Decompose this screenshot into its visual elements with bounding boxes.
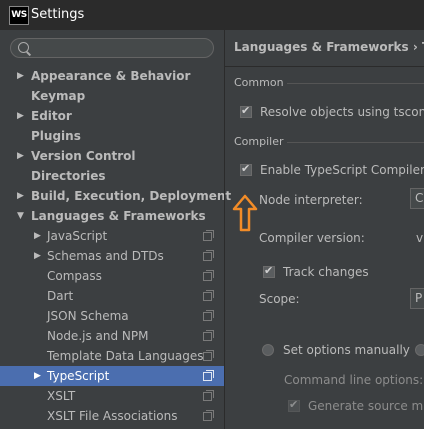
- sidebar-item-label: JSON Schema: [47, 309, 129, 323]
- sidebar-item-label: Plugins: [31, 129, 81, 143]
- sidebar-item[interactable]: TypeScript: [0, 366, 224, 386]
- set-options-manually-label: Set options manually: [283, 343, 410, 357]
- resolve-objects-checkbox[interactable]: [240, 104, 252, 118]
- sidebar-item[interactable]: Editor: [0, 106, 224, 126]
- search-icon: [18, 42, 29, 53]
- sidebar-item-label: Languages & Frameworks: [31, 209, 206, 223]
- project-settings-icon: [203, 250, 214, 261]
- sidebar-item[interactable]: Build, Execution, Deployment: [0, 186, 231, 206]
- sidebar-item-label: Appearance & Behavior: [31, 69, 191, 83]
- sidebar-item[interactable]: Template Data Languages: [0, 346, 224, 366]
- sidebar-item-label: Directories: [31, 169, 106, 183]
- compiler-version-label: Compiler version:: [259, 231, 365, 245]
- section-compiler-label: Compiler: [234, 135, 284, 148]
- sidebar-item-label: XSLT: [47, 389, 76, 403]
- settings-sidebar: Appearance & Behavior Keymap Editor Plugins…: [0, 30, 231, 429]
- sidebar-item[interactable]: XSLT: [0, 386, 224, 406]
- generate-source-maps-label: Generate source maps: [308, 399, 424, 413]
- node-interpreter-label: Node interpreter:: [259, 193, 363, 207]
- sidebar-item[interactable]: Appearance & Behavior: [0, 66, 224, 86]
- track-changes-checkbox[interactable]: [263, 264, 275, 278]
- project-settings-icon: [203, 370, 214, 381]
- sidebar-item[interactable]: Keymap: [0, 86, 224, 106]
- sidebar-item[interactable]: Plugins: [0, 126, 224, 146]
- expand-right-icon[interactable]: [34, 226, 44, 246]
- scope-label: Scope:: [259, 292, 300, 306]
- expand-right-icon[interactable]: [34, 246, 44, 266]
- sidebar-item-label: JavaScript: [47, 229, 108, 243]
- project-settings-icon: [203, 290, 214, 301]
- generate-source-maps-checkbox[interactable]: [288, 398, 300, 412]
- project-settings-icon: [203, 270, 214, 281]
- header-divider: [225, 66, 424, 67]
- command-line-options-label: Command line options:: [284, 373, 424, 387]
- expand-right-icon[interactable]: [17, 66, 27, 86]
- sidebar-item[interactable]: Directories: [0, 166, 224, 186]
- enable-compiler-label: Enable TypeScript Compiler: [260, 163, 424, 177]
- annotation-arrow-icon: [232, 194, 258, 232]
- expand-right-icon[interactable]: [34, 366, 44, 386]
- sidebar-item-label: Dart: [47, 289, 74, 303]
- project-settings-icon: [203, 410, 214, 421]
- compiler-version-value[interactable]: v: [416, 231, 423, 245]
- scope-dropdown[interactable]: P: [410, 288, 424, 309]
- sidebar-item-label: Build, Execution, Deployment: [31, 189, 232, 203]
- sidebar-item-label: Compass: [47, 269, 102, 283]
- sidebar-item[interactable]: Version Control: [0, 146, 224, 166]
- project-settings-icon: [203, 390, 214, 401]
- sidebar-item-label: Keymap: [31, 89, 86, 103]
- section-compiler-divider: [287, 142, 424, 143]
- section-common-divider: [287, 83, 424, 84]
- sidebar-item-label: Version Control: [31, 149, 136, 163]
- search-input[interactable]: [33, 40, 207, 58]
- use-tsconfig-radio[interactable]: [415, 344, 424, 356]
- track-changes-label: Track changes: [283, 265, 369, 279]
- window-title: Settings: [31, 7, 85, 22]
- enable-compiler-checkbox[interactable]: [240, 162, 252, 176]
- title-bar: WS Settings: [0, 0, 424, 30]
- sidebar-item[interactable]: Compass: [0, 266, 224, 286]
- expand-down-icon[interactable]: [17, 206, 27, 226]
- sidebar-item[interactable]: Languages & Frameworks: [0, 206, 224, 226]
- sidebar-item[interactable]: Dart: [0, 286, 224, 306]
- sidebar-item-label: Template Data Languages: [47, 349, 204, 363]
- project-settings-icon: [203, 350, 214, 361]
- expand-right-icon[interactable]: [17, 146, 27, 166]
- project-settings-icon: [203, 310, 214, 321]
- resolve-objects-label: Resolve objects using tsconfig.js: [260, 105, 424, 119]
- sidebar-item[interactable]: XSLT File Associations: [0, 406, 224, 426]
- sidebar-item-label: Schemas and DTDs: [47, 249, 164, 263]
- sidebar-item-label: XSLT File Associations: [47, 409, 178, 423]
- set-options-manually-radio[interactable]: [262, 344, 274, 356]
- project-settings-icon: [203, 330, 214, 341]
- sidebar-item-label: TypeScript: [47, 369, 110, 383]
- expand-right-icon[interactable]: [17, 106, 27, 126]
- project-settings-icon: [203, 230, 214, 241]
- node-interpreter-field[interactable]: C: [410, 188, 424, 209]
- section-common-label: Common: [234, 76, 284, 89]
- expand-right-icon[interactable]: [17, 186, 27, 206]
- search-box[interactable]: [10, 38, 214, 58]
- breadcrumb: Languages & Frameworks › TypeScr: [234, 40, 424, 54]
- sidebar-item-label: Node.js and NPM: [47, 329, 149, 343]
- sidebar-item[interactable]: JavaScript: [0, 226, 224, 246]
- sidebar-item[interactable]: Schemas and DTDs: [0, 246, 224, 266]
- sidebar-item-label: Editor: [31, 109, 72, 123]
- sidebar-item[interactable]: JSON Schema: [0, 306, 224, 326]
- sidebar-item[interactable]: Node.js and NPM: [0, 326, 224, 346]
- webstorm-app-icon: WS: [9, 6, 29, 25]
